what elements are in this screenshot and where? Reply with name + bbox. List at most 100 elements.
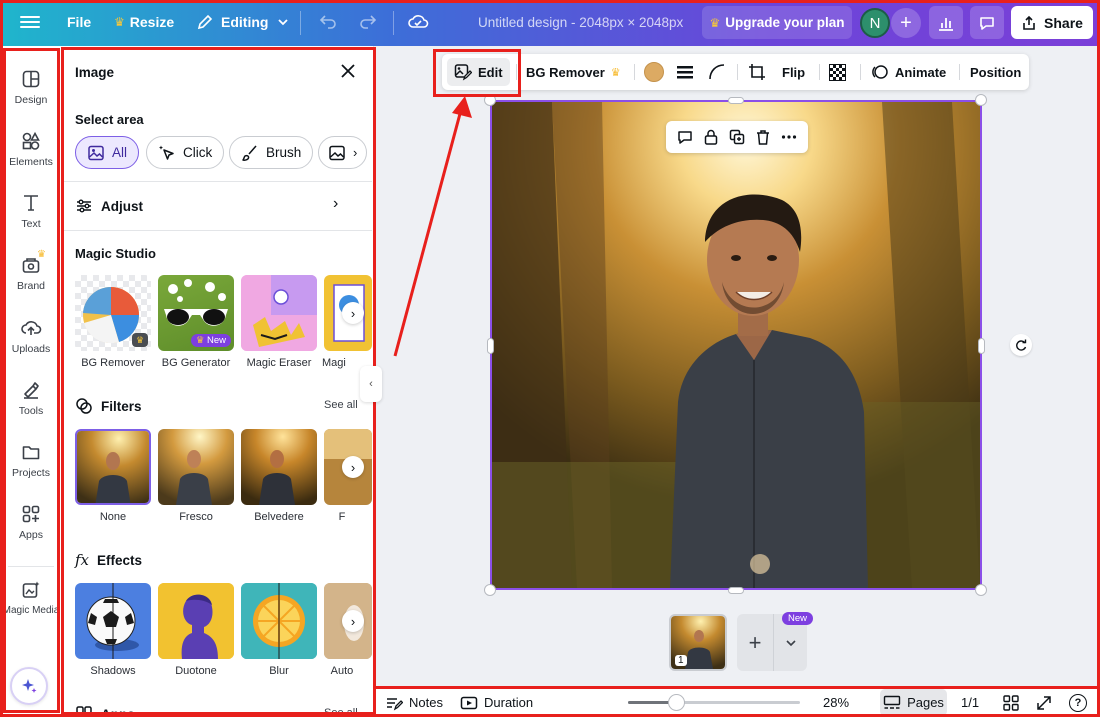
resize-handle[interactable] bbox=[975, 94, 987, 106]
select-click-chip[interactable]: Click bbox=[146, 136, 225, 169]
undo-icon[interactable] bbox=[319, 12, 337, 35]
filter-fresco-tile[interactable] bbox=[158, 429, 234, 505]
avatar[interactable]: N bbox=[860, 8, 890, 38]
close-icon[interactable] bbox=[340, 63, 356, 79]
animate-button[interactable]: Animate bbox=[871, 54, 946, 90]
annotation-frame-edit bbox=[433, 49, 521, 97]
redo-icon[interactable] bbox=[359, 12, 377, 35]
apps-icon bbox=[76, 706, 92, 714]
effect-shadows-tile[interactable] bbox=[75, 583, 151, 659]
tile-label: F bbox=[338, 511, 346, 523]
resize-handle[interactable] bbox=[728, 587, 744, 594]
editing-mode-dropdown[interactable]: Editing bbox=[196, 13, 289, 31]
flip-button[interactable]: Flip bbox=[782, 54, 805, 90]
selected-image[interactable] bbox=[490, 100, 982, 590]
zoom-slider[interactable] bbox=[628, 694, 800, 711]
magic-assistant-button[interactable] bbox=[10, 667, 48, 705]
filter-belvedere-tile[interactable] bbox=[241, 429, 317, 505]
projects-icon bbox=[0, 439, 62, 465]
image-icon bbox=[88, 145, 104, 160]
document-title[interactable]: Untitled design - 2048px × 2048px bbox=[478, 15, 683, 30]
share-icon bbox=[1023, 15, 1035, 30]
collapse-panel-handle[interactable]: ‹ bbox=[360, 366, 382, 402]
resize-handle[interactable] bbox=[487, 338, 494, 354]
resize-handle[interactable] bbox=[975, 584, 987, 596]
page-number: 1 bbox=[675, 655, 687, 666]
transparency-button[interactable] bbox=[829, 54, 846, 90]
rail-item-magic-media[interactable]: Magic Media bbox=[0, 577, 62, 616]
portrait-photo bbox=[492, 102, 980, 588]
rail-item-brand[interactable]: ♛ Brand bbox=[0, 249, 62, 292]
panel-title: Image bbox=[75, 65, 115, 80]
rail-item-apps[interactable]: Apps bbox=[0, 501, 62, 541]
file-menu[interactable]: File bbox=[67, 14, 91, 30]
insights-button[interactable] bbox=[929, 6, 963, 39]
cloud-save-icon[interactable] bbox=[407, 12, 429, 37]
grid-view-button[interactable] bbox=[1002, 688, 1020, 717]
chevron-right-icon[interactable]: › bbox=[333, 195, 338, 213]
crop-button[interactable] bbox=[748, 54, 766, 90]
select-more-chip[interactable]: › bbox=[318, 136, 368, 169]
duplicate-icon[interactable] bbox=[728, 128, 746, 146]
rail-item-tools[interactable]: Tools bbox=[0, 377, 62, 417]
select-all-chip[interactable]: All bbox=[75, 136, 140, 169]
filters-heading: Filters bbox=[75, 397, 142, 415]
bg-remover-tile[interactable]: ♛ bbox=[75, 275, 151, 351]
apps-see-all-link[interactable]: See all bbox=[324, 707, 358, 717]
orange-slice-image bbox=[241, 583, 317, 659]
effect-duotone-tile[interactable] bbox=[158, 583, 234, 659]
lock-icon[interactable] bbox=[702, 128, 720, 146]
comments-button[interactable] bbox=[970, 6, 1004, 39]
rail-item-uploads[interactable]: Uploads bbox=[0, 315, 62, 355]
invite-plus-icon[interactable]: + bbox=[891, 8, 921, 38]
rail-item-text[interactable]: Text bbox=[0, 190, 62, 230]
adjust-row[interactable]: Adjust bbox=[75, 197, 143, 215]
element-floating-toolbar bbox=[666, 121, 808, 153]
border-style-button[interactable] bbox=[676, 54, 694, 90]
zoom-slider-knob[interactable] bbox=[668, 694, 686, 711]
rail-item-design[interactable]: Design bbox=[0, 66, 62, 106]
add-comment-icon[interactable] bbox=[676, 128, 694, 146]
rail-item-elements[interactable]: Elements bbox=[0, 128, 62, 168]
trash-icon[interactable] bbox=[754, 128, 772, 146]
resize-button[interactable]: ♛ Resize bbox=[114, 14, 174, 30]
magic-eraser-tile[interactable] bbox=[241, 275, 317, 351]
notes-button[interactable]: Notes bbox=[385, 688, 443, 717]
page-thumbnail[interactable]: 1 bbox=[669, 614, 727, 671]
select-brush-chip[interactable]: Brush bbox=[229, 136, 314, 169]
zoom-level[interactable]: 28% bbox=[823, 688, 849, 717]
chevron-right-icon[interactable]: › bbox=[342, 302, 364, 324]
more-options-icon[interactable] bbox=[780, 128, 798, 146]
add-page-button[interactable]: + bbox=[737, 614, 773, 671]
fullscreen-button[interactable] bbox=[1035, 688, 1053, 717]
resize-handle[interactable] bbox=[728, 97, 744, 104]
pages-button[interactable]: Pages bbox=[880, 689, 947, 716]
effect-blur-tile[interactable] bbox=[241, 583, 317, 659]
filter-none-tile[interactable] bbox=[75, 429, 151, 505]
apps-label: Apps bbox=[101, 706, 135, 717]
share-button[interactable]: Share bbox=[1011, 6, 1093, 39]
crown-icon: ♛ bbox=[709, 15, 721, 30]
upgrade-plan-button[interactable]: ♛ Upgrade your plan bbox=[702, 6, 852, 39]
tile-label: Belvedere bbox=[254, 511, 304, 523]
corner-rounding-button[interactable] bbox=[708, 54, 726, 90]
bg-remover-button[interactable]: BG Remover ♛ bbox=[526, 54, 621, 90]
position-button[interactable]: Position bbox=[970, 54, 1021, 90]
resize-handle[interactable] bbox=[978, 338, 985, 354]
adjust-label: Adjust bbox=[101, 198, 143, 214]
rotate-icon[interactable] bbox=[1010, 334, 1032, 356]
help-button[interactable]: ? bbox=[1069, 688, 1087, 717]
bg-generator-tile[interactable]: ♛ New bbox=[158, 275, 234, 351]
magic-eraser-image bbox=[241, 275, 317, 351]
grid-icon bbox=[1003, 694, 1019, 711]
sparkle-icon bbox=[22, 679, 37, 693]
filters-see-all-link[interactable]: See all bbox=[324, 399, 358, 411]
color-button[interactable] bbox=[644, 54, 664, 90]
resize-handle[interactable] bbox=[484, 584, 496, 596]
chevron-right-icon[interactable]: › bbox=[342, 456, 364, 478]
color-swatch bbox=[644, 62, 664, 82]
chevron-right-icon[interactable]: › bbox=[342, 610, 364, 632]
menu-icon[interactable] bbox=[20, 13, 40, 33]
rail-item-projects[interactable]: Projects bbox=[0, 439, 62, 479]
duration-button[interactable]: Duration bbox=[460, 688, 533, 717]
